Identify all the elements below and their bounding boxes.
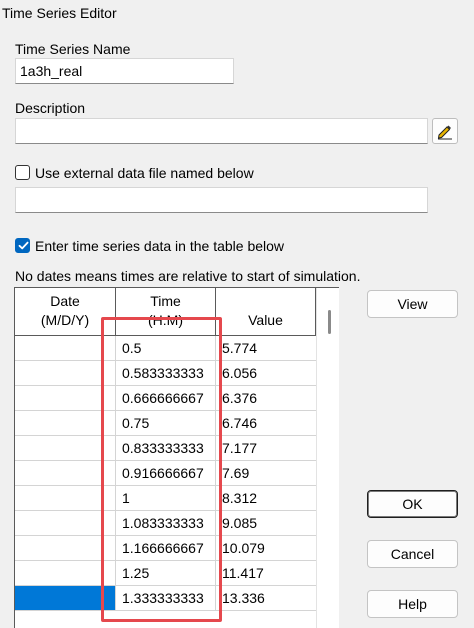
table-row[interactable]: 0.916666667 7.69 [15,461,317,486]
cell-date[interactable] [15,461,116,486]
cell-date[interactable] [15,536,116,561]
cell-time[interactable]: 1.25 [116,561,216,586]
cell-time[interactable]: 1.083333333 [116,511,216,536]
table-scrollbar[interactable] [316,288,339,628]
help-button[interactable]: Help [367,590,458,618]
checkmark-icon [18,241,29,250]
cell-date[interactable] [15,586,116,611]
cell-time[interactable]: 0.75 [116,411,216,436]
cell-date[interactable] [15,386,116,411]
ok-button[interactable]: OK [367,490,458,518]
cell-time[interactable]: 0.833333333 [116,436,216,461]
time-series-name-label: Time Series Name [15,41,131,57]
table-row[interactable]: 1.25 11.417 [15,561,317,586]
column-header-date-line1: Date [50,293,80,309]
cell-date[interactable] [15,561,116,586]
cell-value[interactable]: 13.336 [216,586,317,611]
window-title: Time Series Editor [2,5,117,21]
table-row[interactable]: 1.166666667 10.079 [15,536,317,561]
cell-value[interactable]: 5.774 [216,336,317,361]
time-series-name-input[interactable] [15,58,234,84]
cell-value[interactable]: 9.085 [216,511,317,536]
edit-description-button[interactable] [432,118,458,144]
column-header-date[interactable]: Date (M/D/Y) [15,288,116,336]
cell-value[interactable]: 6.376 [216,386,317,411]
table-scrollbar-thumb[interactable] [328,310,331,334]
cell-time[interactable]: 1 [116,486,216,511]
external-file-label: Use external data file named below [35,165,254,181]
cell-value[interactable]: 6.746 [216,411,317,436]
cell-time[interactable]: 0.916666667 [116,461,216,486]
table-data-label: Enter time series data in the table belo… [35,238,285,254]
pencil-icon [437,125,452,140]
cell-date[interactable] [15,511,116,536]
table-row[interactable]: 1.333333333 13.336 [15,586,317,611]
column-header-time-line1: Time [150,293,181,309]
description-label: Description [15,100,86,116]
column-header-value[interactable]: Value [216,288,316,336]
cancel-button[interactable]: Cancel [367,540,458,568]
table-row[interactable]: 1.083333333 9.085 [15,511,317,536]
column-header-time-line2: (H:M) [148,312,183,328]
cell-time[interactable]: 0.666666667 [116,386,216,411]
cell-time[interactable]: 0.583333333 [116,361,216,386]
table-row[interactable]: 0.666666667 6.376 [15,386,317,411]
cell-value[interactable]: 7.177 [216,436,317,461]
cell-time[interactable]: 1.333333333 [116,586,216,611]
cell-date[interactable] [15,361,116,386]
table-row[interactable]: 0.833333333 7.177 [15,436,317,461]
cell-date[interactable] [15,436,116,461]
cell-date[interactable] [15,411,116,436]
cell-value[interactable]: 7.69 [216,461,317,486]
cell-date[interactable] [15,336,116,361]
external-file-checkbox[interactable] [15,165,30,180]
column-header-time[interactable]: Time (H:M) [116,288,216,336]
column-header-value-line1: Value [248,312,283,328]
cell-value[interactable]: 10.079 [216,536,317,561]
view-button[interactable]: View [367,290,458,318]
cell-value[interactable]: 8.312 [216,486,317,511]
table-row[interactable]: 0.5 5.774 [15,336,317,361]
column-header-date-line2: (M/D/Y) [40,312,90,328]
cell-time[interactable]: 0.5 [116,336,216,361]
relative-time-note: No dates means times are relative to sta… [15,268,361,284]
cell-date[interactable] [15,486,116,511]
table-row[interactable]: 1 8.312 [15,486,317,511]
table-row[interactable]: 0.583333333 6.056 [15,361,317,386]
external-file-path-input[interactable] [15,187,428,213]
description-input[interactable] [15,118,428,144]
cell-value[interactable]: 6.056 [216,361,317,386]
cell-value[interactable]: 11.417 [216,561,317,586]
table-data-checkbox[interactable] [15,238,30,253]
table-row[interactable]: 0.75 6.746 [15,411,317,436]
time-series-table[interactable]: Date (M/D/Y) Time (H:M) Value 0.5 5.774 0.… [14,287,339,628]
cell-time[interactable]: 1.166666667 [116,536,216,561]
